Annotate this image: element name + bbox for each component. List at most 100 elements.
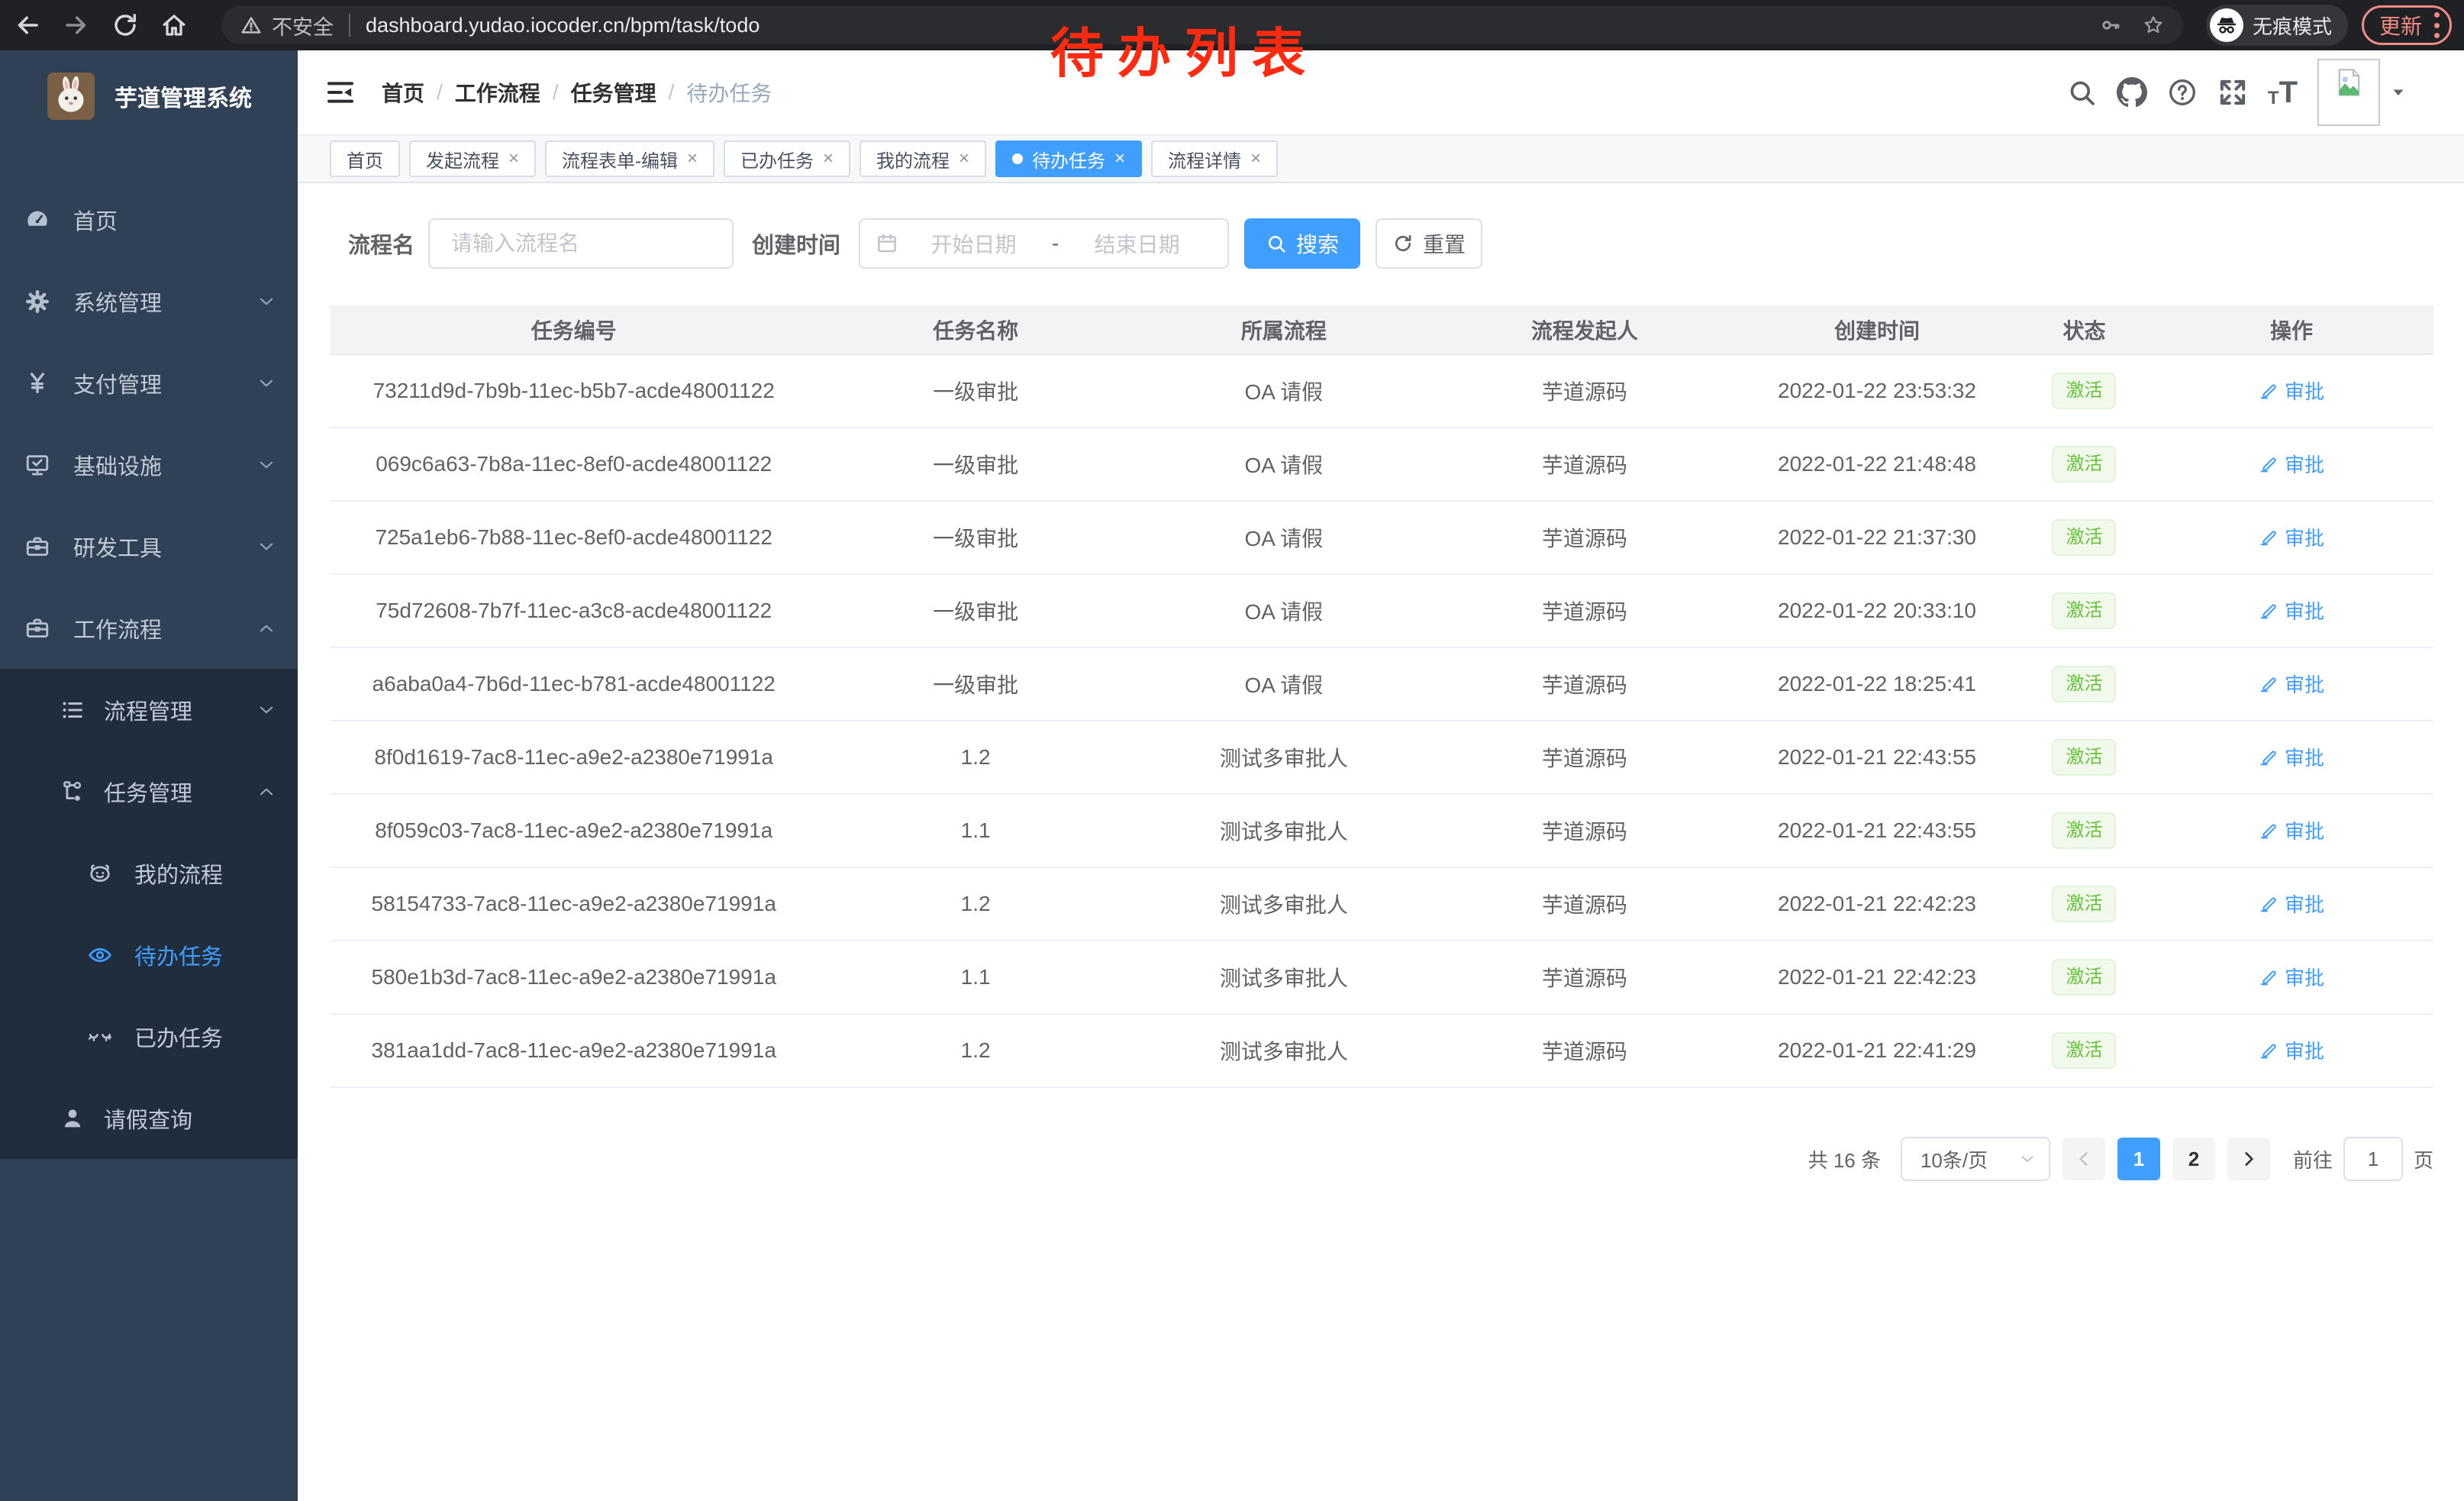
sidebar-fold-icon[interactable] [325,77,356,108]
task-id-cell: 8f0d1619-7ac8-11ec-a9e2-a2380e71991a [330,721,818,794]
prev-page-button[interactable] [2062,1138,2105,1180]
sidebar-item-已办任务[interactable]: 已办任务 [0,996,298,1077]
close-icon[interactable]: × [1250,150,1261,168]
table-row: 381aa1dd-7ac8-11ec-a9e2-a2380e71991a1.2测… [330,1014,2433,1087]
close-icon[interactable]: × [823,150,834,168]
search-button[interactable]: 搜索 [1244,218,1360,269]
sidebar-item-研发工具[interactable]: 研发工具 [0,505,298,587]
omnibox-divider [349,14,350,37]
page-size-select[interactable]: 10条/页 [1901,1137,2050,1181]
approve-button[interactable]: 审批 [2259,889,2324,918]
task-process-cell: OA 请假 [1134,354,1434,428]
search-icon[interactable] [2066,77,2097,108]
sidebar-item-label: 待办任务 [134,939,223,971]
bookmark-star-icon[interactable] [2142,14,2165,37]
back-icon[interactable] [14,11,41,39]
browser-menu-icon[interactable] [2433,12,2440,38]
task-action-cell: 审批 [2150,647,2433,721]
reload-icon[interactable] [111,11,139,39]
tab-label: 流程详情 [1168,146,1241,173]
page-button-2[interactable]: 2 [2172,1138,2215,1180]
github-icon[interactable] [2117,77,2147,108]
task-status-cell: 激活 [2019,354,2150,428]
approve-button[interactable]: 审批 [2259,523,2324,551]
font-size-icon[interactable]: TT [2268,77,2298,108]
tags-view-bar: 首页发起流程×流程表单-编辑×已办任务×我的流程×待办任务×流程详情× [298,134,2464,183]
column-header-任务名称: 任务名称 [818,305,1133,354]
sidebar-item-首页[interactable]: 首页 [0,179,298,260]
status-badge: 激活 [2052,592,2116,628]
close-icon[interactable]: × [508,150,519,168]
task-name-cell: 一级审批 [818,501,1133,574]
avatar-caret-icon[interactable] [2389,83,2408,102]
edit-icon [2259,454,2279,473]
tab-label: 发起流程 [426,146,499,173]
tab-首页[interactable]: 首页 [330,140,400,177]
sidebar-item-我的流程[interactable]: 我的流程 [0,832,298,914]
tab-流程详情[interactable]: 流程详情 × [1151,140,1278,177]
tab-待办任务[interactable]: 待办任务× [995,140,1142,177]
password-key-icon[interactable] [2099,14,2122,37]
breadcrumb-item-任务管理[interactable]: 任务管理 [571,77,656,108]
task-process-cell: 测试多审批人 [1134,721,1434,794]
sidebar-item-基础设施[interactable]: 基础设施 [0,424,298,505]
approve-button[interactable]: 审批 [2259,596,2324,625]
page-button-1[interactable]: 1 [2117,1138,2160,1180]
status-badge: 激活 [2052,446,2116,482]
task-action-cell: 审批 [2150,354,2433,428]
approve-button[interactable]: 审批 [2259,670,2324,698]
chevron-up-icon [256,782,276,802]
update-button[interactable]: 更新 [2362,5,2452,45]
approve-button[interactable]: 审批 [2259,376,2324,405]
breadcrumb-separator: / [553,80,559,105]
approve-button[interactable]: 审批 [2259,450,2324,478]
approve-button[interactable]: 审批 [2259,1036,2324,1064]
close-icon[interactable]: × [687,150,698,168]
approve-button[interactable]: 审批 [2259,743,2324,771]
next-page-button[interactable] [2227,1138,2270,1180]
fullscreen-icon[interactable] [2217,77,2248,108]
tab-发起流程[interactable]: 发起流程 × [409,140,536,177]
sidebar-item-任务管理[interactable]: 任务管理 [0,750,298,832]
close-icon[interactable]: × [1114,150,1125,168]
task-time-cell: 2022-01-22 21:48:48 [1735,428,2019,501]
forward-icon[interactable] [63,11,90,39]
tab-已办任务[interactable]: 已办任务× [724,140,850,177]
close-icon[interactable]: × [959,150,969,168]
app-logo-row[interactable]: 芋道管理系统 [0,50,298,128]
home-icon[interactable] [160,11,188,39]
task-id-cell: 58154733-7ac8-11ec-a9e2-a2380e71991a [330,867,818,941]
tab-我的流程[interactable]: 我的流程× [859,140,986,177]
sidebar-item-待办任务[interactable]: 待办任务 [0,914,298,996]
reset-button[interactable]: 重置 [1376,218,1482,269]
breadcrumb-item-工作流程[interactable]: 工作流程 [455,77,540,108]
chevron-down-icon [256,537,276,557]
sidebar-item-流程管理[interactable]: 流程管理 [0,669,298,750]
approve-label: 审批 [2285,450,2324,478]
goto-label: 前往 [2293,1145,2333,1173]
search-button-icon [1266,233,1287,254]
url-bar[interactable]: 不安全 dashboard.yudao.iocoder.cn/bpm/task/… [221,6,2183,44]
sidebar-item-支付管理[interactable]: 支付管理 [0,342,298,424]
task-starter-cell: 芋道源码 [1434,867,1735,941]
sidebar-item-工作流程[interactable]: 工作流程 [0,587,298,669]
status-badge: 激活 [2052,812,2116,848]
avatar[interactable] [2317,59,2380,126]
goto-page-input[interactable] [2343,1137,2403,1181]
table-row: 725a1eb6-7b88-11ec-8ef0-acde48001122一级审批… [330,501,2433,574]
date-range-picker[interactable]: 开始日期 - 结束日期 [859,218,1229,269]
task-process-cell: 测试多审批人 [1134,1014,1434,1087]
task-status-cell: 激活 [2019,647,2150,721]
sidebar-item-请假查询[interactable]: 请假查询 [0,1077,298,1159]
help-icon[interactable] [2167,77,2198,108]
approve-label: 审批 [2285,376,2324,405]
breadcrumb-item-首页[interactable]: 首页 [382,77,424,108]
approve-button[interactable]: 审批 [2259,816,2324,844]
process-name-input[interactable] [428,218,734,269]
approve-button[interactable]: 审批 [2259,963,2324,991]
edit-icon [2259,1040,2279,1060]
sidebar-item-系统管理[interactable]: 系统管理 [0,260,298,342]
table-row: 73211d9d-7b9b-11ec-b5b7-acde48001122一级审批… [330,354,2433,428]
tab-流程表单-编辑[interactable]: 流程表单-编辑× [545,140,714,177]
breadcrumb-item-待办任务: 待办任务 [686,77,772,108]
